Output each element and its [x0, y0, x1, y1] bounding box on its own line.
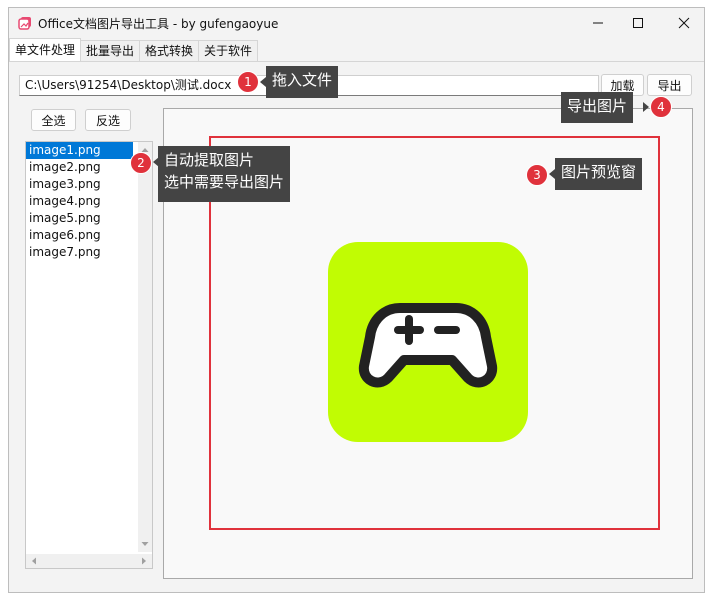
callout-badge-3: 3	[526, 164, 548, 186]
vertical-scrollbar[interactable]	[138, 142, 152, 552]
tab-about[interactable]: 关于软件	[198, 40, 259, 61]
tab-format-convert[interactable]: 格式转换	[139, 40, 200, 61]
list-item[interactable]: image7.png	[26, 244, 152, 261]
callout-badge-2: 2	[130, 152, 152, 174]
scroll-left-icon[interactable]	[27, 554, 41, 568]
callout-label-2-line2: 选中需要导出图片	[164, 173, 285, 191]
callout-arrow-4	[643, 102, 649, 112]
select-all-button[interactable]: 全选	[31, 109, 76, 131]
list-item[interactable]: image3.png	[26, 176, 152, 193]
tab-strip: 单文件处理 批量导出 格式转换 关于软件	[9, 38, 259, 62]
maximize-icon	[633, 18, 643, 28]
tab-batch-export[interactable]: 批量导出	[80, 40, 141, 61]
callout-label-1: 拖入文件	[266, 66, 339, 98]
title-bar[interactable]: Office文档图片导出工具 - by gufengaoyue	[9, 8, 704, 38]
close-button[interactable]	[661, 8, 704, 38]
callout-badge-1: 1	[237, 71, 259, 93]
list-item[interactable]: image6.png	[26, 227, 152, 244]
close-icon	[678, 17, 690, 29]
minimize-icon	[593, 22, 603, 24]
callout-badge-4: 4	[650, 96, 672, 118]
tab-single-file[interactable]: 单文件处理	[9, 38, 82, 61]
invert-selection-button[interactable]: 反选	[85, 109, 131, 131]
maximize-button[interactable]	[615, 8, 661, 38]
list-item[interactable]: image1.png	[26, 142, 133, 159]
callout-label-4: 导出图片	[561, 92, 634, 123]
app-image-icon	[18, 16, 32, 30]
callout-label-2-line1: 自动提取图片	[164, 151, 255, 169]
export-button[interactable]: 导出	[647, 74, 692, 96]
horizontal-scrollbar[interactable]	[26, 554, 152, 568]
list-item[interactable]: image5.png	[26, 210, 152, 227]
list-item[interactable]: image4.png	[26, 193, 152, 210]
window-title: Office文档图片导出工具 - by gufengaoyue	[38, 17, 279, 31]
scroll-right-icon[interactable]	[137, 554, 151, 568]
scroll-down-icon[interactable]	[138, 537, 152, 551]
callout-label-3: 图片预览窗	[555, 158, 643, 190]
callout-label-2: 自动提取图片 选中需要导出图片	[158, 146, 291, 202]
image-list[interactable]: image1.png image2.png image3.png image4.…	[25, 141, 153, 569]
